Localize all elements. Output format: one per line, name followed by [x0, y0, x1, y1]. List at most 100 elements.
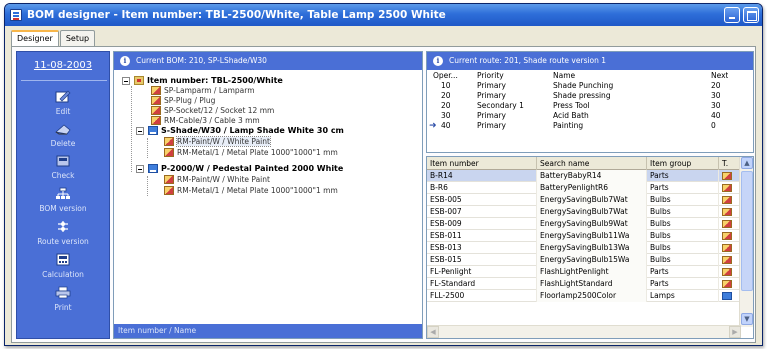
- tree-node[interactable]: RM-Metal/1 / Metal Plate 1000"1000"1 mm: [164, 148, 338, 158]
- route-panel-header: i Current route: 201, Shade route versio…: [427, 52, 753, 70]
- scroll-thumb[interactable]: [741, 171, 753, 291]
- oper-cell: 20: [441, 91, 451, 100]
- tree-guide-line: [147, 138, 148, 158]
- scroll-left-icon[interactable]: ◀: [427, 326, 439, 338]
- part-icon: [151, 96, 161, 105]
- sidebar-item-check[interactable]: Check: [17, 154, 109, 180]
- sidebar-item-delete[interactable]: Delete: [17, 122, 109, 148]
- column-header[interactable]: Oper...: [433, 70, 458, 81]
- tree-node-root[interactable]: Item number: TBL-2500/White: [122, 76, 283, 86]
- search-name-cell: EnergySavingBulb13Wa: [537, 242, 647, 254]
- grid-header: Item number Search name Item group T.: [427, 157, 741, 170]
- part-icon: [151, 86, 161, 95]
- column-header[interactable]: Search name: [537, 157, 647, 170]
- item-number-cell: FL-Penlight: [427, 266, 537, 278]
- tree-node-label: RM-Paint/W / White Paint: [176, 136, 271, 147]
- collapse-icon[interactable]: [122, 77, 130, 85]
- sidebar-item-label: Edit: [55, 107, 71, 116]
- priority-cell: Secondary 1: [477, 101, 524, 110]
- tree-node[interactable]: RM-Metal/1 / Metal Plate 1000"1000"1 mm: [164, 186, 338, 196]
- bom-version-icon: [56, 187, 70, 199]
- route-row[interactable]: 30 Primary Acid Bath 40: [427, 111, 753, 121]
- part-icon: [164, 148, 174, 157]
- minimize-button[interactable]: [724, 7, 740, 23]
- sidebar-item-bom-version[interactable]: BOM version: [17, 187, 109, 213]
- priority-cell: Primary: [477, 81, 506, 90]
- grid-row[interactable]: ESB-009 EnergySavingBulb9Wat Bulbs: [427, 218, 741, 230]
- tab-designer[interactable]: Designer: [11, 30, 59, 47]
- column-header[interactable]: Next: [711, 70, 728, 81]
- route-table-header: Oper... Priority Name Next: [427, 70, 753, 81]
- part-icon: [164, 137, 174, 146]
- route-row[interactable]: 10 Primary Shade Punching 20: [427, 81, 753, 91]
- column-header[interactable]: Item group: [647, 157, 719, 170]
- info-icon: i: [120, 56, 130, 66]
- grid-row[interactable]: B-R6 BatteryPenlightR6 Parts: [427, 182, 741, 194]
- priority-cell: Primary: [477, 121, 506, 130]
- grid-row-selected[interactable]: B-R14 BatteryBabyR14 Parts: [427, 170, 741, 182]
- item-number-cell: ESB-013: [427, 242, 537, 254]
- tree-node-subassembly[interactable]: S-Shade/W30 / Lamp Shade White 30 cm: [136, 126, 344, 136]
- sidebar-item-edit[interactable]: Edit: [17, 90, 109, 116]
- tree-node[interactable]: RM-Paint/W / White Paint: [164, 175, 270, 185]
- scroll-up-icon[interactable]: ▲: [741, 157, 753, 169]
- tree-node[interactable]: SP-Plug / Plug: [151, 96, 215, 106]
- grid-row[interactable]: FL-Standard FlashLightStandard Parts: [427, 278, 741, 290]
- tree-node-subassembly[interactable]: P-2000/W / Pedestal Painted 2000 White: [136, 164, 343, 174]
- next-cell: 30: [711, 101, 721, 110]
- part-icon: [722, 220, 732, 228]
- sidebar-item-calculation[interactable]: Calculation: [17, 253, 109, 279]
- tree-guide-line: [131, 86, 132, 172]
- horizontal-scrollbar[interactable]: ◀ ▶: [427, 325, 741, 338]
- item-group-cell: Bulbs: [647, 254, 719, 266]
- item-group-cell: Parts: [647, 170, 719, 182]
- grid-row[interactable]: ESB-005 EnergySavingBulb7Wat Bulbs: [427, 194, 741, 206]
- route-row-current[interactable]: ➜ 40 Primary Painting 0: [427, 121, 753, 131]
- tree-node[interactable]: RM-Cable/3 / Cable 3 mm: [151, 116, 260, 126]
- grid-row[interactable]: ESB-011 EnergySavingBulb11Wa Bulbs: [427, 230, 741, 242]
- date-link[interactable]: 11-08-2003: [17, 60, 109, 71]
- grid-row[interactable]: FLL-2500 Floorlamp2500Color Lamps: [427, 290, 741, 302]
- scroll-down-icon[interactable]: ▼: [741, 313, 753, 325]
- tree-node-label: S-Shade/W30 / Lamp Shade White 30 cm: [161, 126, 344, 135]
- collapse-icon[interactable]: [136, 127, 144, 135]
- search-name-cell: EnergySavingBulb15Wa: [537, 254, 647, 266]
- bom-panel-header: i Current BOM: 210, SP-LShade/W30: [114, 52, 422, 70]
- column-header[interactable]: Item number: [427, 157, 537, 170]
- vertical-scrollbar[interactable]: ▲ ▼: [739, 157, 753, 327]
- tree-node-label: RM-Paint/W / White Paint: [177, 175, 270, 184]
- tree-node-label: RM-Cable/3 / Cable 3 mm: [164, 116, 260, 125]
- scroll-right-icon[interactable]: ▶: [729, 326, 741, 338]
- type-cell: [719, 170, 741, 182]
- tree-node[interactable]: SP-Lamparm / Lamparm: [151, 86, 255, 96]
- tree-node-selected[interactable]: RM-Paint/W / White Paint: [164, 136, 271, 147]
- title-bar[interactable]: BOM designer - Item number: TBL-2500/Whi…: [5, 4, 762, 26]
- item-group-cell: Parts: [647, 278, 719, 290]
- next-cell: 40: [711, 111, 721, 120]
- tree-node-label: SP-Socket/12 / Socket 12 mm: [164, 106, 275, 115]
- column-header[interactable]: Name: [553, 70, 575, 81]
- column-header[interactable]: T.: [719, 157, 741, 170]
- bom-designer-window: BOM designer - Item number: TBL-2500/Whi…: [4, 3, 763, 346]
- grid-row[interactable]: ESB-013 EnergySavingBulb13Wa Bulbs: [427, 242, 741, 254]
- maximize-button[interactable]: [743, 7, 759, 23]
- tab-setup[interactable]: Setup: [59, 30, 96, 46]
- sidebar-item-route-version[interactable]: Route version: [17, 220, 109, 246]
- route-row[interactable]: 20 Secondary 1 Press Tool 30: [427, 101, 753, 111]
- search-name-cell: BatteryPenlightR6: [537, 182, 647, 194]
- item-group-cell: Bulbs: [647, 218, 719, 230]
- type-cell: [719, 206, 741, 218]
- grid-row[interactable]: ESB-007 EnergySavingBulb7Wat Bulbs: [427, 206, 741, 218]
- grid-row[interactable]: ESB-015 EnergySavingBulb15Wa Bulbs: [427, 254, 741, 266]
- item-number-cell: ESB-005: [427, 194, 537, 206]
- type-cell: [719, 242, 741, 254]
- item-group-cell: Bulbs: [647, 230, 719, 242]
- current-route-label: Current route: 201, Shade route version …: [449, 56, 607, 65]
- collapse-icon[interactable]: [136, 165, 144, 173]
- grid-row[interactable]: FL-Penlight FlashLightPenlight Parts: [427, 266, 741, 278]
- route-row[interactable]: 20 Primary Shade pressing 30: [427, 91, 753, 101]
- column-header[interactable]: Priority: [477, 70, 504, 81]
- sidebar-item-print[interactable]: Print: [17, 286, 109, 312]
- tree-node[interactable]: SP-Socket/12 / Socket 12 mm: [151, 106, 274, 116]
- type-cell: [719, 254, 741, 266]
